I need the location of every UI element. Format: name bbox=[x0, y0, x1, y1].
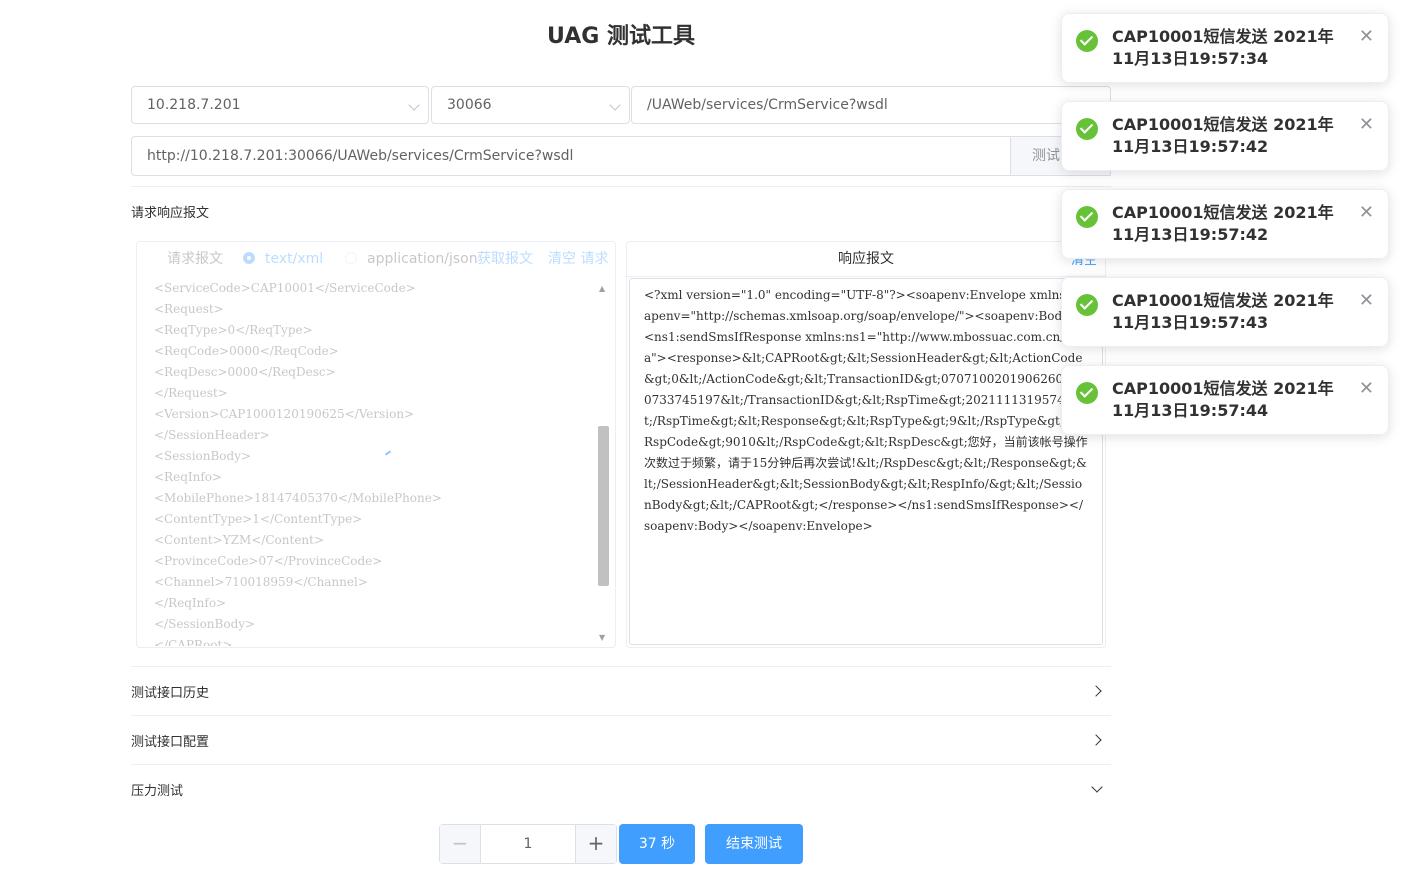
scroll-up-icon[interactable]: ▲ bbox=[599, 284, 605, 293]
divider bbox=[131, 764, 1111, 765]
response-label: 响应报文 bbox=[838, 251, 894, 267]
xml-lines: <ServiceCode>CAP10001</ServiceCode> <Requ… bbox=[141, 278, 615, 646]
count-input[interactable]: 1 bbox=[481, 825, 575, 863]
request-label: 请求报文 bbox=[167, 251, 223, 267]
radio-unchecked-icon bbox=[345, 252, 357, 264]
divider bbox=[131, 666, 1111, 667]
host-value: 10.218.7.201 bbox=[147, 97, 241, 113]
notification: CAP10001短信发送 2021年11月13日19:57:34 ✕ bbox=[1061, 13, 1389, 83]
xml-line: </CAPRoot> bbox=[154, 638, 233, 646]
xml-line: <MobilePhone>18147405370</MobilePhone> bbox=[154, 491, 442, 505]
path-input[interactable]: /UAWeb/services/CrmService?wsdl bbox=[631, 86, 1111, 124]
xml-line: <SessionBody> bbox=[154, 449, 252, 463]
chevron-down-icon[interactable] bbox=[1091, 781, 1103, 793]
chevron-down-icon bbox=[408, 99, 420, 111]
page-title: UAG 测试工具 bbox=[547, 24, 695, 49]
notification-text: CAP10001短信发送 2021年11月13日19:57:42 bbox=[1112, 115, 1334, 156]
decrement-button[interactable]: − bbox=[440, 825, 481, 863]
close-icon[interactable]: ✕ bbox=[1359, 291, 1374, 311]
chevron-right-icon[interactable] bbox=[1090, 685, 1102, 697]
xml-line: <Version>CAP1000120190625</Version> bbox=[154, 407, 415, 421]
close-icon[interactable]: ✕ bbox=[1359, 379, 1374, 399]
scroll-down-icon[interactable]: ▼ bbox=[599, 633, 605, 642]
end-test-button[interactable]: 结束测试 bbox=[705, 824, 803, 864]
radio-text-xml[interactable]: text/xml bbox=[243, 242, 323, 276]
notification: CAP10001短信发送 2021年11月13日19:57:42 ✕ bbox=[1061, 101, 1389, 171]
divider bbox=[131, 715, 1111, 716]
collapse-pressure-title[interactable]: 压力测试 bbox=[131, 780, 183, 799]
notification-text: CAP10001短信发送 2021年11月13日19:57:44 bbox=[1112, 379, 1334, 420]
request-response-title: 请求响应报文 bbox=[131, 206, 210, 221]
xml-line: <Channel>710018959</Channel> bbox=[154, 575, 368, 589]
increment-button[interactable]: + bbox=[575, 825, 616, 863]
notification: CAP10001短信发送 2021年11月13日19:57:43 ✕ bbox=[1061, 277, 1389, 347]
xml-line: <Content>YZM</Content> bbox=[154, 533, 325, 547]
xml-line: <ReqDesc>0000</ReqDesc> bbox=[154, 365, 336, 379]
scroll-thumb[interactable] bbox=[598, 426, 609, 586]
divider bbox=[131, 186, 1111, 187]
xml-line: <ReqCode>0000</ReqCode> bbox=[154, 344, 339, 358]
xml-line: <ServiceCode>CAP10001</ServiceCode> bbox=[154, 281, 416, 295]
xml-line: </ReqInfo> bbox=[154, 596, 227, 610]
request-header: 请求报文 text/xml application/json 获取报文 清空 请… bbox=[137, 242, 615, 276]
radio-checked-icon bbox=[243, 252, 255, 264]
notification: CAP10001短信发送 2021年11月13日19:57:44 ✕ bbox=[1061, 365, 1389, 435]
fetch-message-button[interactable]: 获取报文 bbox=[477, 242, 533, 276]
xml-line: <ReqInfo> bbox=[154, 470, 223, 484]
radio-application-json[interactable]: application/json bbox=[345, 242, 478, 276]
port-value: 30066 bbox=[447, 97, 492, 113]
close-icon[interactable]: ✕ bbox=[1359, 27, 1374, 47]
response-textarea[interactable]: <?xml version="1.0" encoding="UTF-8"?><s… bbox=[629, 278, 1103, 645]
url-input[interactable]: http://10.218.7.201:30066/UAWeb/services… bbox=[131, 136, 1011, 176]
success-check-icon bbox=[1076, 118, 1098, 140]
xml-line: </Request> bbox=[154, 386, 228, 400]
xml-line: </SessionBody> bbox=[154, 617, 256, 631]
success-check-icon bbox=[1076, 30, 1098, 52]
xml-line: <ProvinceCode>07</ProvinceCode> bbox=[154, 554, 383, 568]
notification: CAP10001短信发送 2021年11月13日19:57:42 ✕ bbox=[1061, 189, 1389, 259]
notification-text: CAP10001短信发送 2021年11月13日19:57:43 bbox=[1112, 291, 1334, 332]
xml-line: </SessionHeader> bbox=[154, 428, 270, 442]
count-stepper: − 1 + bbox=[439, 824, 617, 864]
notification-text: CAP10001短信发送 2021年11月13日19:57:34 bbox=[1112, 27, 1334, 68]
success-check-icon bbox=[1076, 294, 1098, 316]
collapse-history-title[interactable]: 测试接口历史 bbox=[131, 682, 209, 701]
chevron-right-icon[interactable] bbox=[1090, 734, 1102, 746]
radio-label: application/json bbox=[367, 251, 478, 267]
xml-line: <ContentType>1</ContentType> bbox=[154, 512, 363, 526]
xml-line: <Request> bbox=[154, 302, 224, 316]
clear-request-button[interactable]: 清空 请求 bbox=[548, 242, 608, 276]
radio-label: text/xml bbox=[265, 251, 324, 267]
notification-text: CAP10001短信发送 2021年11月13日19:57:42 bbox=[1112, 203, 1334, 244]
host-select[interactable]: 10.218.7.201 bbox=[131, 86, 429, 124]
collapse-config-title[interactable]: 测试接口配置 bbox=[131, 731, 209, 750]
url-value: http://10.218.7.201:30066/UAWeb/services… bbox=[147, 148, 574, 164]
response-card: 响应报文 清空 <?xml version="1.0" encoding="UT… bbox=[626, 241, 1106, 648]
response-header: 响应报文 清空 bbox=[627, 242, 1105, 277]
path-value: /UAWeb/services/CrmService?wsdl bbox=[647, 97, 888, 113]
timer-button[interactable]: 37 秒 bbox=[619, 824, 695, 864]
request-card: 请求报文 text/xml application/json 获取报文 清空 请… bbox=[136, 241, 616, 648]
scrollbar[interactable]: ▲ ▼ bbox=[597, 284, 609, 642]
chevron-down-icon bbox=[609, 99, 621, 111]
success-check-icon bbox=[1076, 382, 1098, 404]
response-text: <?xml version="1.0" encoding="UTF-8"?><s… bbox=[644, 288, 1088, 533]
close-icon[interactable]: ✕ bbox=[1359, 115, 1374, 135]
xml-line: <ReqType>0</ReqType> bbox=[154, 323, 313, 337]
close-icon[interactable]: ✕ bbox=[1359, 203, 1374, 223]
port-select[interactable]: 30066 bbox=[431, 86, 630, 124]
request-textarea[interactable]: <ServiceCode>CAP10001</ServiceCode> <Requ… bbox=[141, 278, 615, 646]
success-check-icon bbox=[1076, 206, 1098, 228]
